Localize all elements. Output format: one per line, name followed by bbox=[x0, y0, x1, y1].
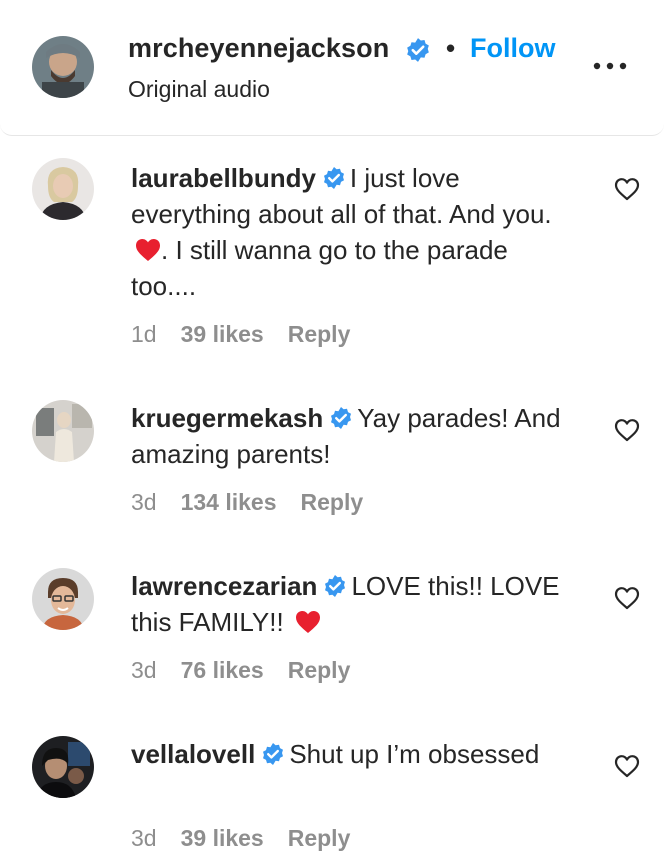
comment-meta: 3d 76 likes Reply bbox=[131, 657, 374, 684]
commenter-avatar[interactable] bbox=[32, 736, 94, 798]
post-header: mrcheyennejackson • Follow Original audi… bbox=[0, 0, 664, 136]
reply-button[interactable]: Reply bbox=[301, 489, 364, 515]
comment-body: vellalovell Shut up I’m obsessed bbox=[131, 736, 571, 772]
verified-badge-icon bbox=[261, 739, 285, 765]
more-options-icon[interactable] bbox=[592, 50, 628, 80]
commenter-avatar[interactable] bbox=[32, 158, 94, 220]
comment-age: 3d bbox=[131, 657, 157, 683]
verified-badge-icon bbox=[405, 37, 431, 63]
commenter-username[interactable]: kruegermekash bbox=[131, 403, 323, 433]
heart-outline-icon[interactable] bbox=[614, 586, 640, 610]
verified-badge-icon bbox=[329, 403, 353, 429]
commenter-avatar[interactable] bbox=[32, 568, 94, 630]
heart-outline-icon[interactable] bbox=[614, 418, 640, 442]
verified-badge-icon bbox=[322, 163, 346, 189]
red-heart-emoji bbox=[295, 607, 321, 633]
likes-count[interactable]: 39 likes bbox=[181, 321, 264, 347]
comment-text-cont: . I still wanna go to the parade too.... bbox=[131, 235, 508, 301]
comment-body: lawrencezarian LOVE this!! LOVE this FAMI… bbox=[131, 568, 571, 640]
follow-button[interactable]: Follow bbox=[470, 33, 555, 64]
likes-count[interactable]: 134 likes bbox=[181, 489, 277, 515]
verified-badge-icon bbox=[323, 571, 347, 597]
heart-outline-icon[interactable] bbox=[614, 754, 640, 778]
commenter-username[interactable]: vellalovell bbox=[131, 739, 255, 769]
comment-meta: 3d 134 likes Reply bbox=[131, 489, 387, 516]
heart-outline-icon[interactable] bbox=[614, 177, 640, 201]
comment-meta: 1d 39 likes Reply bbox=[131, 321, 374, 348]
commenter-username[interactable]: lawrencezarian bbox=[131, 571, 317, 601]
comment-age: 3d bbox=[131, 489, 157, 515]
red-heart-emoji bbox=[135, 235, 161, 261]
likes-count[interactable]: 76 likes bbox=[181, 657, 264, 683]
reply-button[interactable]: Reply bbox=[288, 321, 351, 347]
author-avatar[interactable] bbox=[32, 36, 94, 98]
author-username[interactable]: mrcheyennejackson bbox=[128, 33, 389, 64]
separator-dot: • bbox=[446, 33, 456, 63]
commenter-username[interactable]: laurabellbundy bbox=[131, 163, 316, 193]
comment-body: kruegermekash Yay parades! And amazing pa… bbox=[131, 400, 571, 472]
comment-meta: 3d 39 likes Reply bbox=[131, 825, 374, 852]
comment-text: Shut up I’m obsessed bbox=[289, 739, 540, 769]
comment-body: laurabellbundy I just love everything abo… bbox=[131, 160, 571, 304]
comment-age: 1d bbox=[131, 321, 157, 347]
commenter-avatar[interactable] bbox=[32, 400, 94, 462]
comment-age: 3d bbox=[131, 825, 157, 851]
likes-count[interactable]: 39 likes bbox=[181, 825, 264, 851]
reply-button[interactable]: Reply bbox=[288, 657, 351, 683]
reply-button[interactable]: Reply bbox=[288, 825, 351, 851]
audio-link[interactable]: Original audio bbox=[128, 76, 270, 103]
